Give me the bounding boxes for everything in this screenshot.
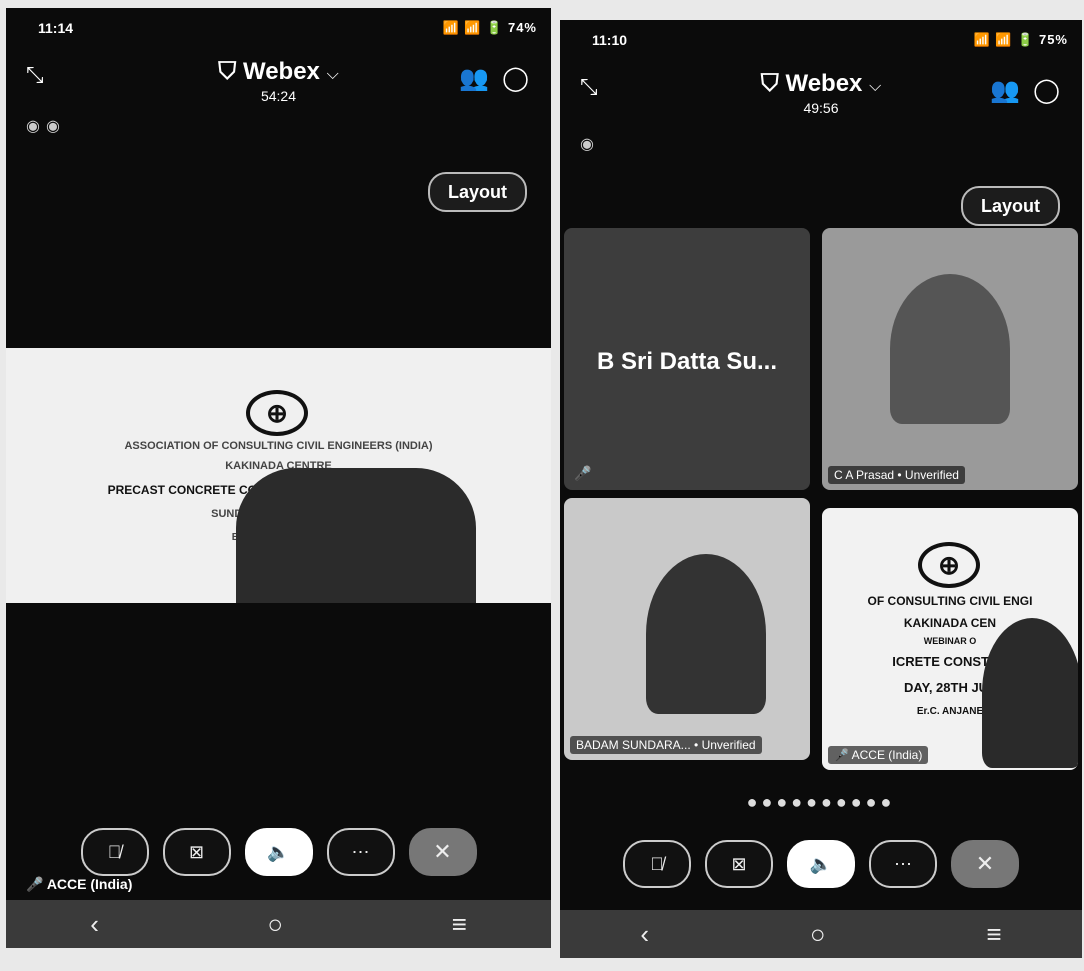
- chevron-down-icon: ⌵: [869, 78, 882, 95]
- status-time: 11:10: [592, 32, 628, 48]
- status-icons: 📶 📶 🔋 75%: [973, 32, 1068, 47]
- recents-icon[interactable]: ≡: [452, 909, 467, 940]
- page-indicator[interactable]: ●●●●●●●●●●: [560, 792, 1082, 813]
- status-bar: 11:14 📶 📶 🔋 74%: [6, 8, 551, 48]
- shield-icon: ⛉: [760, 70, 779, 97]
- participant-tile[interactable]: C A Prasad • Unverified: [822, 228, 1078, 490]
- meeting-header: ⤡ ⛉ Webex ⌵ 49:56 👥 ◯: [560, 68, 1082, 128]
- participant-tile[interactable]: B Sri Datta Su... 🎤: [564, 228, 810, 490]
- more-icon[interactable]: ⋯: [326, 828, 395, 876]
- chat-icon[interactable]: ◯: [1033, 76, 1060, 105]
- participant-tile[interactable]: ⊕ OF CONSULTING CIVIL ENGI KAKINADA CEN …: [822, 508, 1078, 770]
- microphone-icon: 🎤: [834, 748, 849, 762]
- video-off-icon[interactable]: ⊠: [162, 828, 231, 876]
- presenter-video: [982, 618, 1078, 768]
- status-time: 11:14: [38, 20, 74, 36]
- left-phone-screen: 11:14 📶 📶 🔋 74% ⤡ ⛉ Webex ⌵ 54:24 👥 ◯ ◉◉…: [6, 8, 551, 948]
- home-icon[interactable]: ○: [810, 919, 826, 950]
- microphone-icon: 🎤: [26, 876, 44, 892]
- android-nav-bar: ‹ ○ ≡: [560, 910, 1082, 958]
- right-phone-screen: 11:10 📶 📶 🔋 75% ⤡ ⛉ Webex ⌵ 49:56 👥 ◯ ◉ …: [560, 20, 1082, 958]
- recents-icon[interactable]: ≡: [986, 919, 1001, 950]
- presenter-video: [236, 468, 476, 603]
- layout-button[interactable]: Layout: [960, 186, 1060, 226]
- speaker-icon[interactable]: 🔈: [244, 828, 313, 876]
- participant-tile[interactable]: BADAM SUNDARA... • Unverified: [564, 498, 810, 760]
- speaker-icon[interactable]: 🔈: [787, 840, 855, 888]
- shared-content: ⊕ ASSOCIATION OF CONSULTING CIVIL ENGINE…: [6, 348, 551, 603]
- chevron-down-icon: ⌵: [326, 66, 339, 83]
- participant-label: C A Prasad • Unverified: [828, 466, 965, 484]
- close-icon[interactable]: ✕: [408, 828, 477, 876]
- home-icon[interactable]: ○: [267, 909, 283, 940]
- chat-icon[interactable]: ◯: [502, 64, 529, 93]
- participants-icon[interactable]: 👥: [459, 64, 489, 93]
- shield-icon: ⛉: [218, 58, 237, 85]
- microphone-muted-icon: 🎤: [574, 465, 592, 481]
- back-icon[interactable]: ‹: [640, 919, 649, 950]
- meeting-header: ⤡ ⛉ Webex ⌵ 54:24 👥 ◯: [6, 56, 551, 116]
- participant-name-large: B Sri Datta Su...: [596, 348, 778, 375]
- android-nav-bar: ‹ ○ ≡: [6, 900, 551, 948]
- microphone-muted-icon[interactable]: 🎙̸: [80, 828, 149, 876]
- slide-line: OF CONSULTING CIVIL ENGI: [867, 594, 1033, 608]
- participants-icon[interactable]: 👥: [990, 76, 1020, 105]
- participant-label: BADAM SUNDARA... • Unverified: [570, 736, 762, 754]
- participant-video: [890, 274, 1010, 424]
- acce-logo: ⊕: [918, 542, 980, 588]
- slide-line: ASSOCIATION OF CONSULTING CIVIL ENGINEER…: [124, 440, 433, 452]
- call-controls: 🎙̸ ⊠ 🔈 ⋯ ✕: [6, 828, 551, 876]
- status-icons: 📶 📶 🔋 74%: [442, 20, 537, 35]
- self-view-label: 🎤 ACCE (India): [26, 876, 133, 892]
- indicator-icons: ◉◉: [26, 118, 66, 135]
- video-off-icon[interactable]: ⊠: [705, 840, 773, 888]
- participant-label: 🎤 ACCE (India): [828, 746, 929, 764]
- layout-button[interactable]: Layout: [427, 172, 527, 212]
- participant-video: [646, 554, 766, 714]
- acce-logo: ⊕: [246, 390, 308, 436]
- back-icon[interactable]: ‹: [90, 909, 99, 940]
- status-bar: 11:10 📶 📶 🔋 75%: [560, 20, 1082, 60]
- more-icon[interactable]: ⋯: [869, 840, 937, 888]
- close-icon[interactable]: ✕: [951, 840, 1019, 888]
- microphone-muted-icon[interactable]: 🎙̸: [623, 840, 691, 888]
- indicator-icons: ◉: [580, 136, 600, 153]
- call-controls: 🎙̸ ⊠ 🔈 ⋯ ✕: [560, 840, 1082, 888]
